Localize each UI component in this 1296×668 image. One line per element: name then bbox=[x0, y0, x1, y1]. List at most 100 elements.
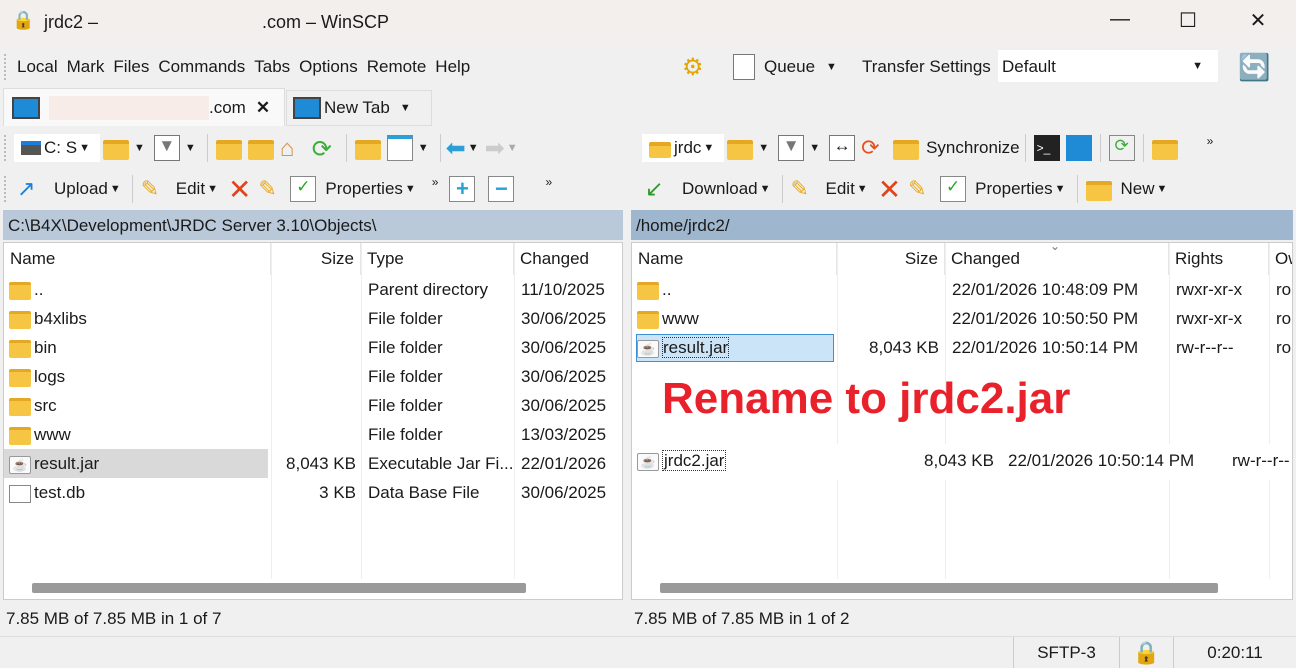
header-size[interactable]: Size bbox=[837, 243, 945, 275]
delete-icon[interactable]: ✕ bbox=[878, 173, 901, 206]
left-path-bar[interactable]: C:\B4X\Development\JRDC Server 3.10\Obje… bbox=[3, 210, 623, 240]
minimize-button[interactable]: — bbox=[1100, 8, 1140, 36]
root-directory-icon[interactable] bbox=[247, 140, 274, 160]
rights-cell: rw-r--r-- bbox=[1176, 338, 1234, 357]
overflow-chevron-icon[interactable]: » bbox=[545, 175, 552, 189]
file-row[interactable]: .. Parent directory 11/10/2025 bbox=[4, 275, 622, 304]
header-type[interactable]: Type bbox=[361, 243, 514, 275]
delete-icon[interactable]: ✕ bbox=[228, 173, 251, 206]
right-nav-toolbar: jrdc ▼ ▼ ▼ ▼ ↔ ⟳ Synchronize >_ ⟳ » bbox=[632, 128, 1296, 168]
file-row[interactable]: src File folder 30/06/2025 bbox=[4, 391, 622, 420]
menu-files[interactable]: Files bbox=[113, 57, 149, 77]
download-button[interactable]: ↙ Download ▼ bbox=[642, 176, 777, 202]
header-changed[interactable]: Changed bbox=[514, 243, 622, 275]
horizontal-scrollbar[interactable] bbox=[32, 583, 526, 593]
menu-options[interactable]: Options bbox=[299, 57, 358, 77]
putty-icon[interactable] bbox=[1065, 135, 1092, 161]
synchronize-button[interactable]: Synchronize bbox=[890, 136, 1020, 160]
properties-button[interactable]: ✓ Properties ▼ bbox=[937, 176, 1071, 202]
compare-icon[interactable]: ↔ bbox=[829, 135, 856, 161]
new-button[interactable]: New ▼ bbox=[1083, 177, 1174, 201]
rename-icon[interactable]: ✎ bbox=[258, 176, 284, 202]
keep-up-to-date-icon[interactable]: ⟳ bbox=[861, 135, 887, 161]
right-path-bar[interactable]: /home/jrdc2/ bbox=[631, 210, 1293, 240]
changed-cell: 13/03/2025 bbox=[521, 425, 607, 444]
menu-help[interactable]: Help bbox=[435, 57, 470, 77]
transfer-settings-select[interactable]: Default ▼ bbox=[998, 50, 1218, 82]
new-tab-monitor-icon bbox=[293, 97, 321, 119]
rename-icon[interactable]: ✎ bbox=[908, 176, 934, 202]
chevron-down-icon: ▼ bbox=[703, 142, 715, 154]
parent-directory-icon[interactable] bbox=[1151, 140, 1178, 160]
owner-cell: ro bbox=[1276, 338, 1292, 357]
edit-button[interactable]: ✎ Edit ▼ bbox=[788, 176, 874, 202]
select-plus-icon[interactable]: + bbox=[449, 176, 476, 202]
file-row[interactable]: .. 22/01/2026 10:48:09 PM rwxr-xr-x ro bbox=[632, 275, 1292, 304]
type-cell: File folder bbox=[368, 309, 443, 328]
menu-local[interactable]: Local bbox=[17, 57, 58, 77]
renamed-file-row[interactable]: ☕ jrdc2.jar 8,043 KB 22/01/2026 10:50:14 … bbox=[632, 444, 1292, 480]
size-cell: 8,043 KB bbox=[869, 338, 939, 357]
upload-button[interactable]: ↗ Upload ▼ bbox=[14, 176, 127, 202]
home-icon[interactable]: ⌂ bbox=[280, 135, 306, 162]
header-size[interactable]: Size bbox=[271, 243, 361, 275]
header-name[interactable]: Name bbox=[632, 243, 837, 275]
properties-button[interactable]: ✓ Properties ▼ bbox=[287, 176, 421, 202]
properties-label: Properties bbox=[975, 179, 1053, 198]
preferences-gear-icon[interactable]: ⚙ bbox=[682, 53, 704, 82]
queue-button[interactable]: Queue ▼ bbox=[730, 54, 846, 80]
menu-remote[interactable]: Remote bbox=[367, 57, 427, 77]
menu-mark[interactable]: Mark bbox=[67, 57, 105, 77]
filter-icon[interactable]: ▼ bbox=[153, 135, 180, 161]
annotation-text: Rename to jrdc2.jar bbox=[662, 374, 1071, 423]
refresh-icon[interactable]: ⟳ bbox=[312, 135, 338, 163]
horizontal-scrollbar[interactable] bbox=[660, 583, 1218, 593]
file-row[interactable]: www File folder 13/03/2025 bbox=[4, 420, 622, 449]
chevron-down-icon: ▼ bbox=[826, 61, 837, 73]
menu-commands[interactable]: Commands bbox=[158, 57, 245, 77]
chevron-down-icon: ▼ bbox=[184, 142, 196, 154]
name-cell: .. bbox=[637, 275, 671, 304]
edit-button[interactable]: ✎ Edit ▼ bbox=[138, 176, 224, 202]
tab-new[interactable]: New Tab ▼ bbox=[286, 90, 432, 126]
edit-icon: ✎ bbox=[790, 176, 809, 201]
forward-arrow-icon[interactable]: ➡ bbox=[485, 134, 505, 163]
unselect-minus-icon[interactable]: − bbox=[488, 176, 515, 202]
title-suffix: .com – WinSCP bbox=[262, 12, 390, 32]
status-bar: SFTP-3 🔒 0:20:11 bbox=[0, 636, 1296, 668]
console-icon[interactable]: >_ bbox=[1033, 135, 1060, 161]
view-icon[interactable] bbox=[386, 135, 413, 161]
maximize-button[interactable]: ☐ bbox=[1168, 8, 1208, 36]
file-row[interactable]: ☕ result.jar 8,043 KB 22/01/2026 10:50:14 P… bbox=[632, 333, 1292, 362]
header-owner[interactable]: Ow bbox=[1269, 243, 1292, 275]
drive-select[interactable]: C: S ▼ bbox=[14, 134, 100, 162]
tab-session[interactable]: .com ✕ bbox=[3, 88, 285, 126]
filter-icon[interactable]: ▼ bbox=[778, 135, 805, 161]
header-name[interactable]: Name bbox=[4, 243, 271, 275]
file-row[interactable]: logs File folder 30/06/2025 bbox=[4, 362, 622, 391]
open-folder-icon[interactable] bbox=[102, 140, 129, 160]
refresh-icon[interactable]: ⟳ bbox=[1108, 135, 1135, 161]
tree-icon[interactable] bbox=[354, 140, 381, 160]
open-folder-icon[interactable] bbox=[727, 140, 754, 160]
changed-cell: 30/06/2025 bbox=[521, 396, 607, 415]
grip bbox=[4, 135, 8, 161]
menu-tabs[interactable]: Tabs bbox=[254, 57, 290, 77]
file-row[interactable]: test.db 3 KB Data Base File 30/06/2025 bbox=[4, 478, 622, 507]
parent-directory-icon[interactable] bbox=[215, 140, 242, 160]
close-tab-icon[interactable]: ✕ bbox=[256, 98, 270, 118]
header-rights[interactable]: Rights bbox=[1169, 243, 1269, 275]
file-row[interactable]: ☕ result.jar 8,043 KB Executable Jar Fi... 2… bbox=[4, 449, 606, 478]
back-arrow-icon[interactable]: ⬅ bbox=[446, 134, 466, 163]
session-tabs: .com ✕ New Tab ▼ bbox=[0, 88, 1296, 126]
close-button[interactable]: ✕ bbox=[1238, 8, 1278, 36]
sync-globe-icon[interactable]: 🔄 bbox=[1238, 52, 1270, 83]
left-file-list[interactable]: Name Size Type Changed .. Parent director… bbox=[3, 242, 623, 600]
lock-icon[interactable]: 🔒 bbox=[1119, 637, 1173, 668]
remote-dir-select[interactable]: jrdc ▼ bbox=[642, 134, 725, 162]
overflow-chevron-icon[interactable]: » bbox=[1207, 134, 1214, 148]
file-row[interactable]: b4xlibs File folder 30/06/2025 bbox=[4, 304, 622, 333]
file-row[interactable]: www 22/01/2026 10:50:50 PM rwxr-xr-x ro bbox=[632, 304, 1292, 333]
file-row[interactable]: bin File folder 30/06/2025 bbox=[4, 333, 622, 362]
overflow-chevron-icon[interactable]: » bbox=[432, 175, 439, 189]
